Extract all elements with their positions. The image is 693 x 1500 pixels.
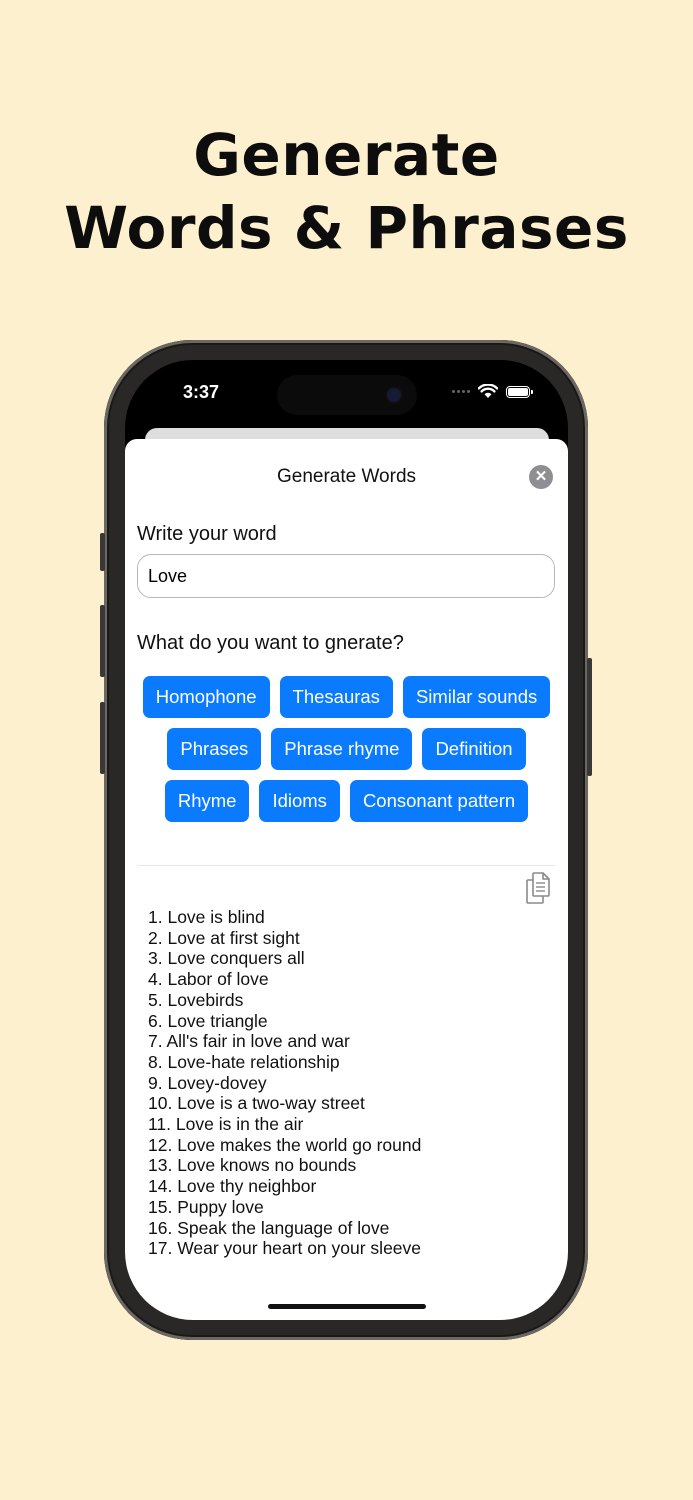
status-time: 3:37 — [183, 382, 220, 402]
phone-screen: 3:37 Generate Words ✕ Write your word Wh… — [125, 360, 568, 1320]
option-definition-button[interactable]: Definition — [422, 728, 526, 770]
list-item: 15. Puppy love — [148, 1196, 264, 1217]
option-consonant-pattern-button[interactable]: Consonant pattern — [349, 780, 529, 822]
list-item: 3. Love conquers all — [148, 948, 305, 969]
generate-label: What do you want to gnerate? — [137, 632, 404, 654]
list-item: 8. Love-hate relationship — [148, 1051, 340, 1072]
battery-icon — [506, 385, 533, 398]
home-indicator — [268, 1304, 426, 1309]
option-phrases-button[interactable]: Phrases — [167, 728, 262, 770]
option-idioms-button[interactable]: Idioms — [259, 780, 340, 822]
phone-side-button — [587, 658, 592, 776]
option-rhyme-button[interactable]: Rhyme — [164, 780, 250, 822]
list-item: 6. Love triangle — [148, 1010, 268, 1031]
list-item: 13. Love knows no bounds — [148, 1155, 357, 1176]
close-icon: ✕ — [534, 468, 548, 485]
dynamic-island — [277, 375, 417, 415]
generate-sheet: Generate Words ✕ Write your word What do… — [125, 439, 568, 1320]
option-phrase-rhyme-button[interactable]: Phrase rhyme — [271, 728, 413, 770]
options-row-2: Phrases Phrase rhyme Definition — [125, 728, 568, 770]
list-item: 10. Love is a two-way street — [148, 1093, 365, 1114]
list-item: 7. All's fair in love and war — [148, 1031, 350, 1052]
divider — [137, 865, 555, 866]
list-item: 9. Lovey-dovey — [148, 1072, 267, 1093]
phone-volume-down-button — [100, 702, 105, 774]
copy-icon[interactable] — [523, 871, 553, 905]
list-item: 16. Speak the language of love — [148, 1217, 390, 1238]
signal-dots-icon — [452, 390, 470, 393]
list-item: 2. Love at first sight — [148, 927, 300, 948]
headline-line-1: Generate — [193, 121, 500, 189]
phone-action-button — [100, 533, 105, 571]
list-item: 5. Lovebirds — [148, 989, 244, 1010]
sheet-title: Generate Words — [276, 466, 417, 487]
camera-icon — [387, 388, 401, 402]
option-homophone-button[interactable]: Homophone — [142, 676, 270, 718]
list-item: 11. Love is in the air — [148, 1114, 304, 1135]
wifi-icon — [478, 384, 498, 398]
list-item: 17. Wear your heart on your sleeve — [148, 1238, 422, 1259]
word-label: Write your word — [137, 523, 277, 545]
list-item: 4. Labor of love — [148, 969, 269, 990]
option-thesauras-button[interactable]: Thesauras — [279, 676, 393, 718]
options-row-1: Homophone Thesauras Similar sounds — [125, 676, 568, 718]
status-icons — [452, 384, 533, 399]
phone-volume-up-button — [100, 605, 105, 677]
list-item: 14. Love thy neighbor — [148, 1176, 317, 1197]
headline-line-2: Words & Phrases — [64, 194, 629, 262]
list-item: 1. Love is blind — [148, 907, 265, 927]
close-button[interactable]: ✕ — [529, 465, 553, 489]
options-row-3: Rhyme Idioms Consonant pattern — [125, 780, 568, 822]
word-input[interactable] — [137, 554, 555, 598]
option-similar-sounds-button[interactable]: Similar sounds — [402, 676, 551, 718]
results-list: 1. Love is blind 2. Love at first sight … — [148, 907, 421, 1259]
list-item: 12. Love makes the world go round — [148, 1134, 422, 1155]
